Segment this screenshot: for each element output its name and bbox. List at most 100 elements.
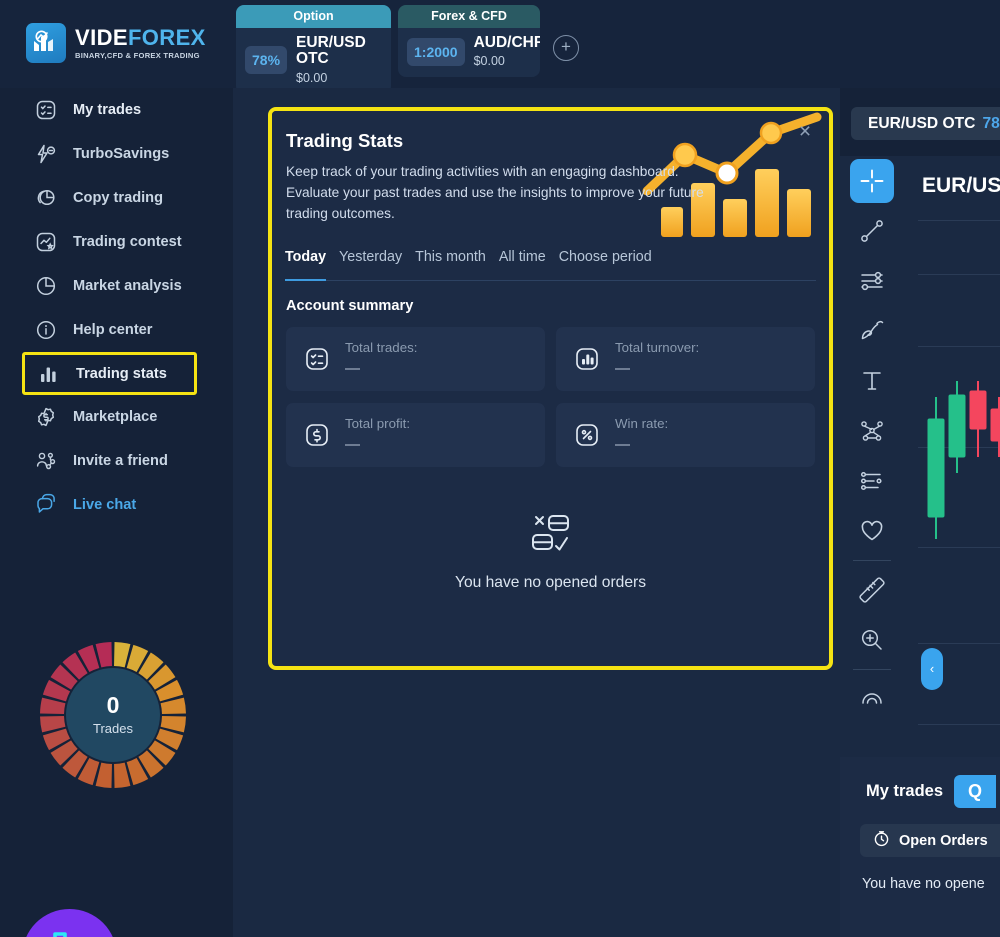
- stat-card-total-trades: Total trades: —: [286, 327, 545, 391]
- grid-line: [918, 220, 1000, 221]
- tab-all-time[interactable]: All time: [499, 249, 546, 272]
- sidebar-item-invite-a-friend[interactable]: Invite a friend: [0, 439, 233, 483]
- account-leverage-badge: 1:2000: [407, 37, 465, 66]
- account-pair: EUR/USD OTC: [296, 34, 366, 68]
- modal-title: Trading Stats: [286, 130, 404, 151]
- sidebar-item-label: TurboSavings: [73, 146, 170, 162]
- trades-donut-chart: 0 Trades: [38, 640, 188, 790]
- sidebar-item-trading-stats[interactable]: Trading stats: [22, 352, 197, 395]
- crosshair-tool[interactable]: [850, 159, 894, 203]
- account-card-option[interactable]: Option 78% EUR/USD OTC $0.00: [236, 5, 391, 94]
- account-summary-title: Account summary: [286, 298, 414, 314]
- gear-badge-icon: [34, 405, 58, 429]
- stat-label: Win rate:: [615, 416, 669, 432]
- sidebar-item-trading-contest[interactable]: Trading contest: [0, 220, 233, 264]
- empty-orders-state: You have no opened orders: [272, 513, 829, 592]
- stat-label: Total profit:: [345, 416, 411, 432]
- bar-chart-box-icon: [573, 345, 601, 373]
- sidebar-item-help-center[interactable]: Help center: [0, 308, 233, 352]
- stat-card-win-rate: Win rate: —: [556, 403, 815, 467]
- tab-choose-period[interactable]: Choose period: [559, 249, 652, 272]
- close-icon[interactable]: ×: [795, 121, 815, 142]
- stat-card-total-profit: Total profit: —: [286, 403, 545, 467]
- sidebar-item-market-analysis[interactable]: Market analysis: [0, 264, 233, 308]
- app-root: VIDEFOREX BINARY,CFD & FOREX TRADING Opt…: [0, 0, 1000, 937]
- sidebar-item-label: Help center: [73, 322, 153, 338]
- brand-name: VIDEFOREX: [75, 24, 206, 50]
- trendline-tool[interactable]: [848, 206, 896, 256]
- grid-line: [918, 346, 1000, 347]
- copy-circles-icon: [34, 186, 58, 210]
- sidebar-item-copy-trading[interactable]: Copy trading: [0, 176, 233, 220]
- tab-today[interactable]: Today: [285, 249, 327, 281]
- sidebar-item-turbosavings[interactable]: TurboSavings: [0, 132, 233, 176]
- logo-mark-icon: [26, 23, 66, 63]
- stat-label: Total trades:: [345, 340, 418, 356]
- symbol-name: EUR/USD OTC: [868, 114, 976, 132]
- chart-symbol-title: EUR/US: [922, 174, 1000, 197]
- tab-yesterday[interactable]: Yesterday: [339, 249, 402, 272]
- stat-value: —: [615, 435, 631, 453]
- favorites-tool[interactable]: [848, 506, 896, 556]
- tab-open-orders[interactable]: Open Orders: [860, 824, 1000, 857]
- sidebar-item-label: My trades: [73, 102, 142, 118]
- chat-bubble-icon: [34, 493, 58, 517]
- dollar-icon: [303, 421, 331, 449]
- donut-label: Trades: [93, 721, 133, 736]
- brush-tool[interactable]: [848, 306, 896, 356]
- chart-toolbar: [848, 156, 904, 724]
- stat-value: —: [615, 359, 631, 377]
- checklist-icon: [303, 345, 331, 373]
- sliders-tool[interactable]: [848, 256, 896, 306]
- add-account-button[interactable]: +: [553, 35, 579, 61]
- stat-card-total-turnover: Total turnover: —: [556, 327, 815, 391]
- pattern-tool[interactable]: [848, 406, 896, 456]
- my-trades-title: My trades: [866, 782, 944, 800]
- pie-chart-icon: [34, 274, 58, 298]
- clock-icon: [873, 830, 890, 852]
- tab-this-month[interactable]: This month: [415, 249, 486, 272]
- account-pair: AUD/CHF: [473, 34, 540, 51]
- quick-trade-button[interactable]: Q: [954, 775, 997, 808]
- account-balance: $0.00: [473, 54, 505, 69]
- stat-value: —: [345, 359, 361, 377]
- my-trades-header: My trades Q: [840, 757, 1000, 808]
- brand-avatar[interactable]: [22, 909, 117, 937]
- lc-monogram-icon: [52, 931, 67, 937]
- sidebar-item-my-trades[interactable]: My trades: [0, 88, 233, 132]
- account-card-forex[interactable]: Forex & CFD 1:2000 AUD/CHF $0.00: [398, 5, 540, 78]
- toolbar-divider: [853, 560, 891, 561]
- people-icon: [34, 449, 58, 473]
- sidebar-item-label: Marketplace: [73, 409, 158, 425]
- text-tool[interactable]: [848, 356, 896, 406]
- zoom-in-tool[interactable]: [848, 615, 896, 665]
- ruler-tool[interactable]: [848, 565, 896, 615]
- sidebar: My trades TurboSavings Copy trading Trad…: [0, 88, 246, 937]
- account-type-label: Forex & CFD: [398, 5, 540, 28]
- brand-tagline: BINARY,CFD & FOREX TRADING: [75, 50, 200, 60]
- brand-logo[interactable]: VIDEFOREX BINARY,CFD & FOREX TRADING: [26, 23, 206, 63]
- modal-description: Keep track of your trading activities wi…: [286, 164, 704, 222]
- my-trades-panel: My trades Q Open Orders You have no open…: [840, 757, 1000, 937]
- info-icon: [34, 318, 58, 342]
- symbol-chip[interactable]: EUR/USD OTC 78%: [851, 107, 1000, 140]
- tab-label: Open Orders: [899, 832, 988, 849]
- toolbar-divider: [853, 669, 891, 670]
- settings-tool[interactable]: [848, 456, 896, 506]
- percent-icon: [573, 421, 601, 449]
- chart-collapse-button[interactable]: ‹: [921, 648, 943, 690]
- trading-stats-modal: × Trading Stats Keep track of your tradi…: [268, 107, 833, 670]
- grid-line: [918, 274, 1000, 275]
- arc-tool[interactable]: [848, 674, 896, 724]
- symbol-payout: 78%: [982, 114, 1000, 132]
- sidebar-item-live-chat[interactable]: Live chat: [0, 483, 233, 527]
- modal-header: × Trading Stats Keep track of your tradi…: [272, 111, 829, 249]
- empty-orders-text: You have no opened orders: [454, 574, 647, 591]
- sidebar-item-label: Live chat: [73, 497, 137, 513]
- grid-line: [918, 643, 1000, 644]
- lightning-icon: [34, 142, 58, 166]
- right-chart-panel: EUR/USD OTC 78% EUR/US: [840, 88, 1000, 937]
- sidebar-item-marketplace[interactable]: Marketplace: [0, 395, 233, 439]
- stat-label: Total turnover:: [615, 340, 700, 356]
- no-orders-icon: [531, 515, 569, 551]
